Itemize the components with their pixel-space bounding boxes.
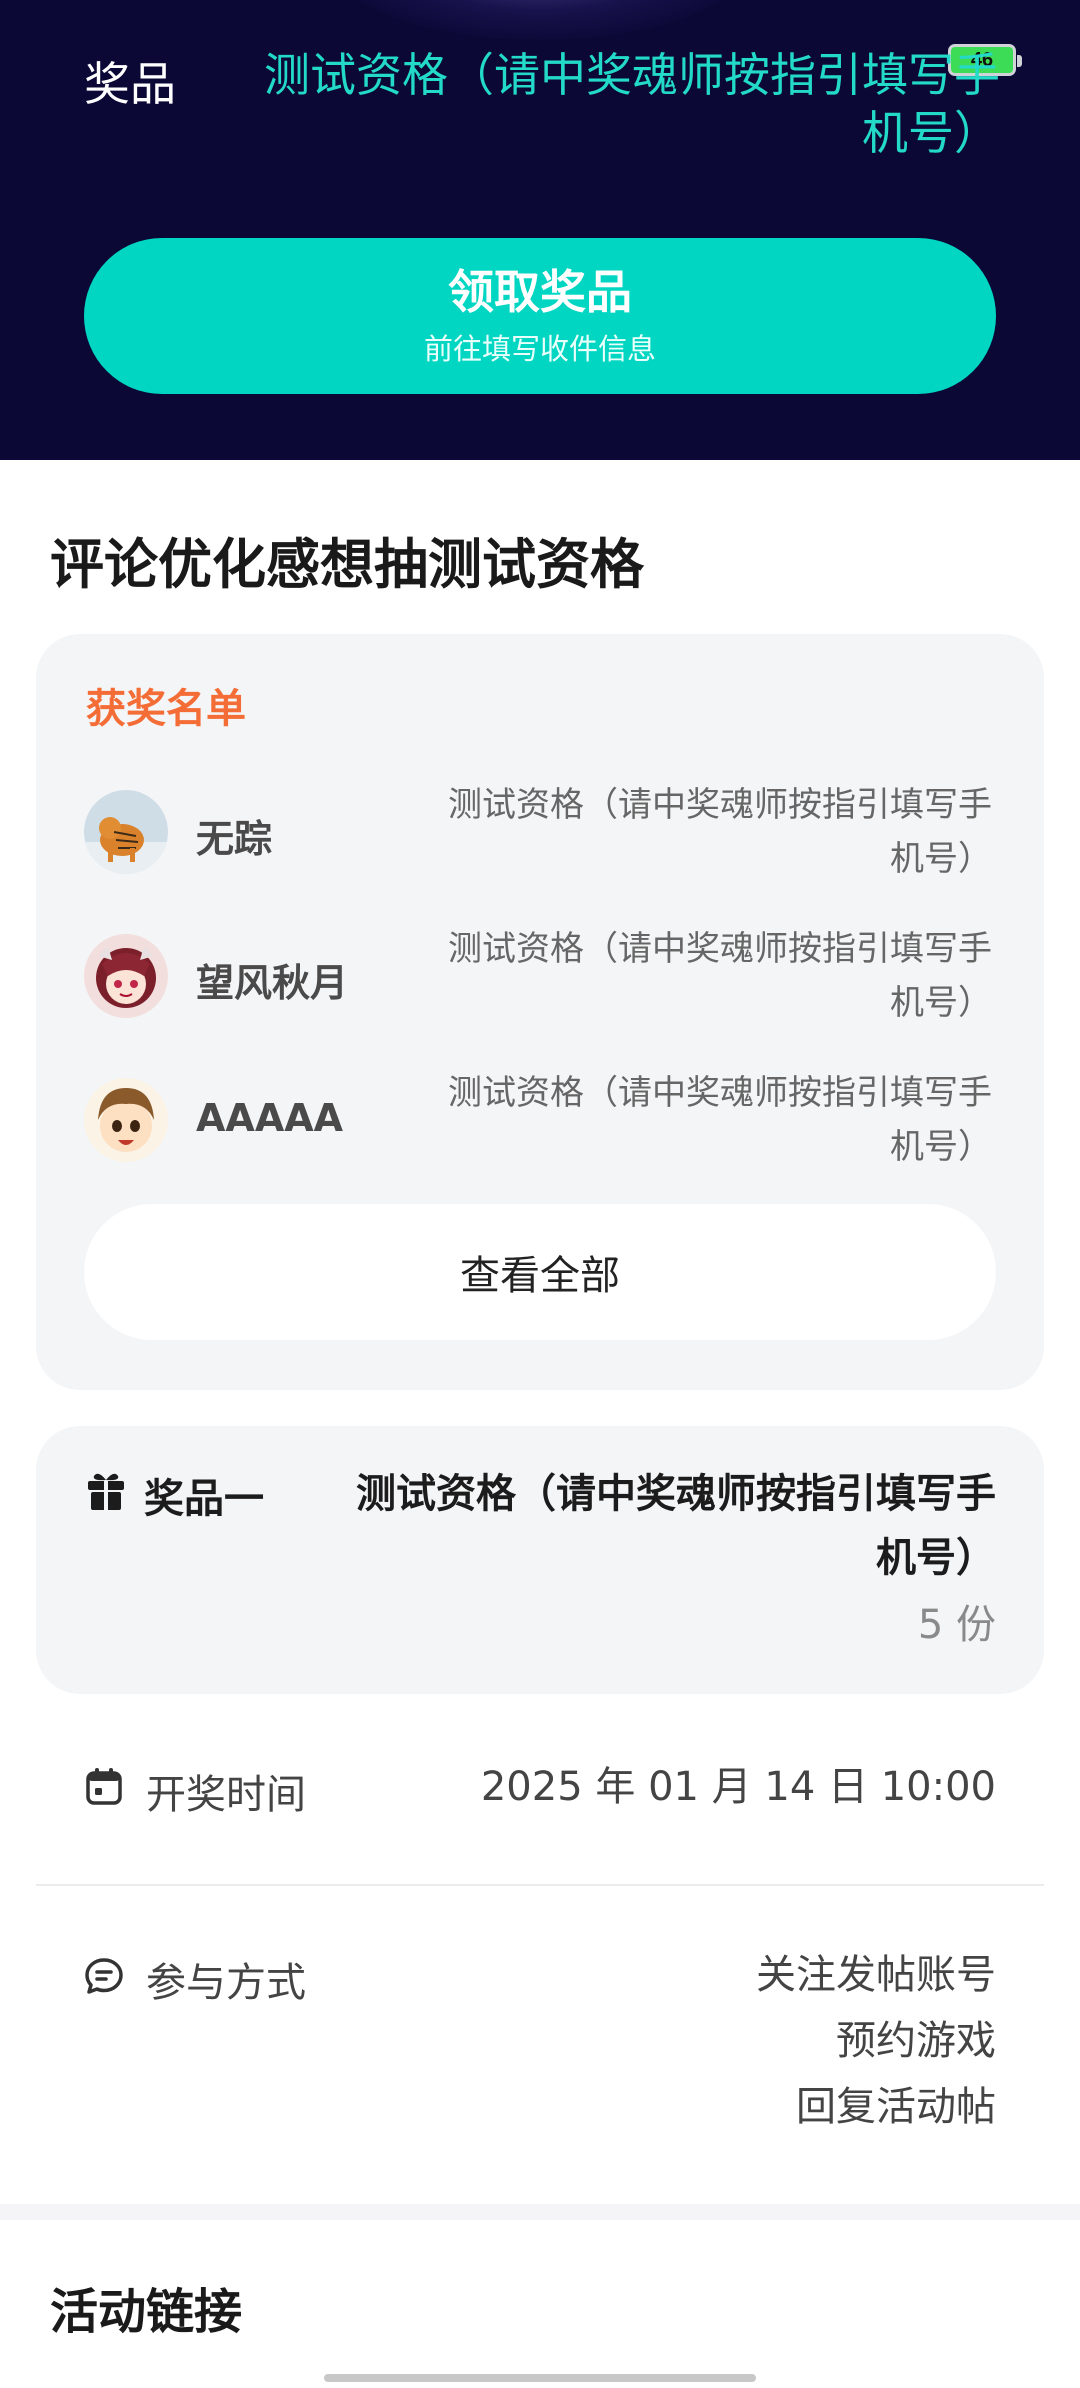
winner-name: AAAAA xyxy=(196,1096,344,1140)
prize-card-label: 奖品一 xyxy=(144,1476,264,1522)
avatar-anime-girl-image xyxy=(84,934,168,1018)
gift-icon xyxy=(88,1473,124,1510)
winner-prize: 测试资格（请中奖魂师按指引填写手机号） xyxy=(448,1073,992,1167)
prize-quantity: 5 份 xyxy=(917,1602,996,1648)
prize-header: 46 奖品 测试资格（请中奖魂师按指引填写手机号） 领取奖品 前往填写收件信息 xyxy=(0,0,1080,460)
participation-method: 回复活动帖 xyxy=(796,2084,996,2130)
participation-row: 参与方式 关注发帖账号 预约游戏 回复活动帖 xyxy=(84,1942,996,2162)
avatar[interactable] xyxy=(84,790,168,874)
winner-name: 无踪 xyxy=(196,817,273,861)
winners-card: 获奖名单 无踪 测试资格（请中奖魂师按指引填写手机号） 望风秋月 测试资格（请中… xyxy=(36,634,1044,1390)
participation-label: 参与方式 xyxy=(146,1960,306,2006)
claim-button-title: 领取奖品 xyxy=(448,265,632,319)
participation-method: 预约游戏 xyxy=(836,2018,996,2064)
avatar[interactable] xyxy=(84,1078,168,1162)
view-all-winners-button[interactable]: 查看全部 xyxy=(84,1204,996,1340)
prize-label: 奖品 xyxy=(84,57,176,111)
claim-prize-button[interactable]: 领取奖品 前往填写收件信息 xyxy=(84,238,996,394)
divider xyxy=(36,1884,1044,1886)
winner-row: 望风秋月 测试资格（请中奖魂师按指引填写手机号） xyxy=(84,922,996,1042)
avatar[interactable] xyxy=(84,934,168,1018)
section-separator xyxy=(0,2204,1080,2220)
draw-time-row: 开奖时间 2025 年 01 月 14 日 10:00 xyxy=(84,1754,996,1824)
participation-methods: 关注发帖账号 预约游戏 回复活动帖 xyxy=(756,1942,996,2140)
winner-prize: 测试资格（请中奖魂师按指引填写手机号） xyxy=(448,929,992,1023)
lottery-title: 评论优化感想抽测试资格 xyxy=(50,533,644,596)
winners-heading: 获奖名单 xyxy=(86,686,246,732)
winner-row: 无踪 测试资格（请中奖魂师按指引填写手机号） xyxy=(84,778,996,898)
chat-bubble-icon xyxy=(85,1958,123,1994)
claim-button-subtitle: 前往填写收件信息 xyxy=(423,332,656,366)
prize-card-name: 测试资格（请中奖魂师按指引填写手机号） xyxy=(356,1471,996,1581)
participation-method: 关注发帖账号 xyxy=(756,1952,996,1998)
draw-time-label: 开奖时间 xyxy=(146,1772,306,1818)
prize-name: 测试资格（请中奖魂师按指引填写手机号） xyxy=(264,48,1000,160)
winner-row: AAAAA 测试资格（请中奖魂师按指引填写手机号） xyxy=(84,1066,996,1186)
draw-time-value: 2025 年 01 月 14 日 10:00 xyxy=(480,1764,996,1810)
activity-links-title: 活动链接 xyxy=(50,2284,243,2340)
home-indicator[interactable] xyxy=(324,2374,756,2382)
calendar-icon xyxy=(86,1768,122,1805)
prize-detail-card: 奖品一 测试资格（请中奖魂师按指引填写手机号） 5 份 xyxy=(36,1426,1044,1694)
avatar-tiger-image xyxy=(84,790,168,874)
avatar-cartoon-boy-image xyxy=(84,1078,168,1162)
winner-name: 望风秋月 xyxy=(196,961,349,1005)
winner-prize: 测试资格（请中奖魂师按指引填写手机号） xyxy=(448,785,992,879)
